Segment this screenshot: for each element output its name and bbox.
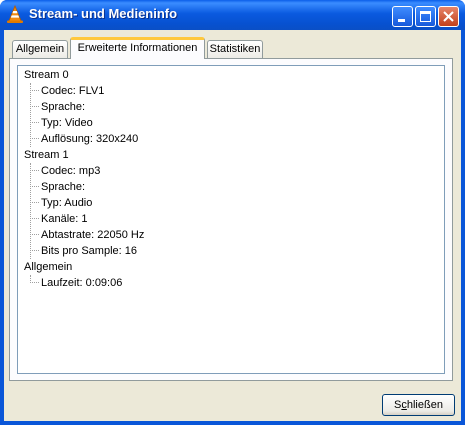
tab-statistiken[interactable]: Statistiken — [207, 40, 263, 58]
tree-connector — [30, 170, 39, 171]
tree-item[interactable]: Kanäle: 1 — [41, 212, 87, 226]
tree-item[interactable]: Typ: Audio — [41, 196, 92, 210]
tab-erweiterte-informationen[interactable]: Erweiterte Informationen — [70, 37, 205, 59]
tree-connector — [30, 282, 39, 283]
tree-item[interactable]: Auflösung: 320x240 — [41, 132, 138, 146]
tree-item[interactable]: Sprache: — [41, 100, 85, 114]
tree-item[interactable]: Sprache: — [41, 180, 85, 194]
tree-connector — [30, 163, 31, 259]
tree-node-allgemein[interactable]: Allgemein — [24, 260, 72, 274]
window-title: Stream- und Medieninfo — [29, 6, 178, 21]
maximize-button[interactable] — [415, 6, 436, 27]
tree-connector — [30, 202, 39, 203]
close-button-label: Schließen — [394, 399, 443, 411]
tree-connector — [30, 250, 39, 251]
media-info-window: Stream- und Medieninfo Allgemein Erweite… — [0, 0, 465, 425]
tree-connector — [30, 218, 39, 219]
title-bar[interactable]: Stream- und Medieninfo — [0, 0, 465, 30]
tree-connector — [30, 122, 39, 123]
minimize-icon — [398, 19, 405, 22]
info-tree[interactable]: Stream 0 Codec: FLV1 Sprache: Typ: Video… — [17, 65, 445, 374]
tree-connector — [30, 234, 39, 235]
tree-item[interactable]: Laufzeit: 0:09:06 — [41, 276, 122, 290]
tree-item[interactable]: Bits pro Sample: 16 — [41, 244, 137, 258]
tree-item[interactable]: Codec: mp3 — [41, 164, 100, 178]
mnemonic-char: c — [401, 399, 407, 411]
tab-allgemein[interactable]: Allgemein — [12, 40, 68, 58]
tree-connector — [30, 138, 39, 139]
tree-connector — [30, 106, 39, 107]
maximize-icon — [420, 11, 431, 22]
tree-item[interactable]: Codec: FLV1 — [41, 84, 104, 98]
tree-node-stream-0[interactable]: Stream 0 — [24, 68, 69, 82]
tree-item[interactable]: Abtastrate: 22050 Hz — [41, 228, 144, 242]
tree-node-stream-1[interactable]: Stream 1 — [24, 148, 69, 162]
tree-connector — [30, 186, 39, 187]
tree-item[interactable]: Typ: Video — [41, 116, 93, 130]
tree-connector — [30, 90, 39, 91]
close-button[interactable]: Schließen — [382, 394, 455, 416]
minimize-button[interactable] — [392, 6, 413, 27]
dialog-body: Allgemein Erweiterte Informationen Stati… — [4, 30, 461, 421]
vlc-cone-icon — [7, 5, 23, 23]
close-icon — [443, 11, 454, 22]
close-window-button[interactable] — [438, 6, 459, 27]
tab-panel: Stream 0 Codec: FLV1 Sprache: Typ: Video… — [9, 58, 453, 381]
